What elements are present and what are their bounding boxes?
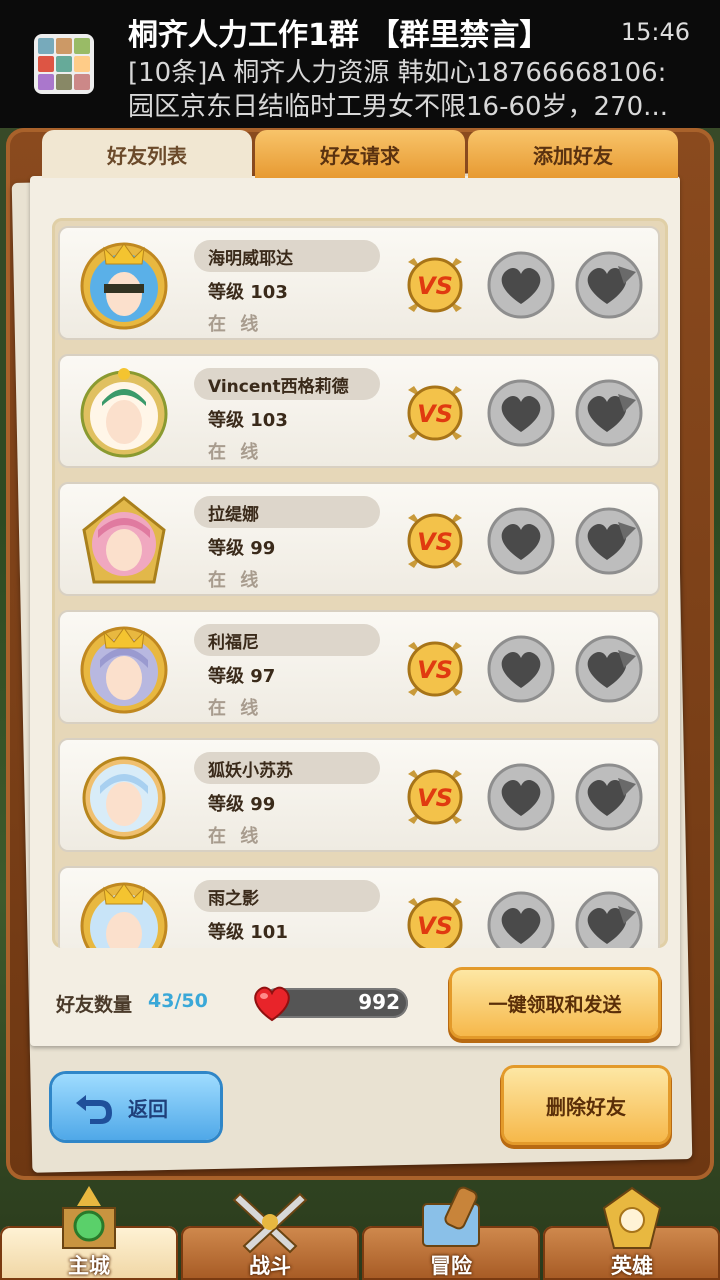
heart-gift-icon[interactable] [486, 890, 556, 948]
friend-count-value: 43/50 [148, 990, 208, 1012]
collect-and-send-button[interactable]: 一键领取和发送 [452, 970, 658, 1036]
vs-challenge-icon[interactable]: VS [400, 378, 470, 448]
friend-status: 在 线 [208, 570, 263, 591]
heart-gift-icon[interactable] [486, 378, 556, 448]
vs-challenge-icon[interactable]: VS [400, 762, 470, 832]
notification-line-2: 园区京东日结临时工男女不限16-60岁，270... [128, 92, 668, 122]
friend-level: 等级 99 [208, 794, 276, 815]
send-heart-icon[interactable] [574, 250, 644, 320]
friend-row[interactable]: Vincent西格莉德 等级 103 在 线 VS [58, 354, 660, 468]
send-heart-icon[interactable] [574, 890, 644, 948]
svg-text:VS: VS [417, 912, 453, 940]
friend-list[interactable]: 海明威耶达 等级 103 在 线 VS Vincent西格莉德 等级 103 在… [52, 218, 668, 948]
heart-gift-icon[interactable] [486, 250, 556, 320]
friend-row[interactable]: 拉缇娜 等级 99 在 线 VS [58, 482, 660, 596]
vs-challenge-icon[interactable]: VS [400, 634, 470, 704]
stamina-value: 992 [358, 990, 400, 1014]
nav-label-heroes: 英雄 [611, 1254, 653, 1278]
adventure-map-icon [422, 1186, 480, 1247]
send-heart-icon[interactable] [574, 378, 644, 448]
notification-title: 桐齐人力工作1群 【群里禁言】 [128, 18, 550, 53]
friend-name: 利福尼 [208, 633, 259, 653]
group-avatar [34, 34, 94, 94]
send-heart-icon[interactable] [574, 762, 644, 832]
avatar[interactable] [74, 234, 174, 334]
return-arrow-icon [76, 1095, 112, 1124]
friend-status: 在 线 [208, 826, 263, 847]
castle-icon [62, 1186, 116, 1249]
friend-name: 雨之影 [208, 889, 259, 909]
svg-text:VS: VS [417, 656, 453, 684]
heart-gift-icon[interactable] [486, 506, 556, 576]
notification-time: 15:46 [620, 18, 690, 46]
avatar[interactable] [74, 874, 174, 948]
notification-line-1: [10条]A 桐齐人力资源 韩如心18766668106: [128, 58, 667, 88]
nav-label-battle: 战斗 [249, 1254, 291, 1278]
heart-icon [254, 986, 290, 1022]
friend-status: 在 线 [208, 442, 263, 463]
friend-level: 等级 97 [208, 666, 276, 687]
tab-label: 好友请求 [320, 143, 400, 168]
friend-status: 在 线 [208, 314, 263, 335]
friend-name: 狐妖小苏苏 [208, 761, 293, 781]
friend-level: 等级 103 [208, 410, 288, 431]
friend-row[interactable]: 雨之影 等级 101 VS [58, 866, 660, 948]
hero-emblem-icon [602, 1186, 662, 1249]
vs-challenge-icon[interactable]: VS [400, 506, 470, 576]
delete-friend-button[interactable]: 删除好友 [504, 1068, 668, 1142]
friend-status: 在 线 [208, 698, 263, 719]
tab-friend-list[interactable]: 好友列表 [42, 130, 252, 178]
svg-text:VS: VS [417, 784, 453, 812]
tab-label: 好友列表 [107, 143, 187, 168]
friend-row[interactable]: 狐妖小苏苏 等级 99 在 线 VS [58, 738, 660, 852]
send-heart-icon[interactable] [574, 634, 644, 704]
vs-challenge-icon[interactable]: VS [400, 250, 470, 320]
friend-row[interactable]: 海明威耶达 等级 103 在 线 VS [58, 226, 660, 340]
heart-gift-icon[interactable] [486, 634, 556, 704]
tab-label: 添加好友 [533, 143, 613, 168]
svg-text:VS: VS [417, 400, 453, 428]
notification-banner[interactable]: 桐齐人力工作1群 【群里禁言】 15:46 [10条]A 桐齐人力资源 韩如心1… [0, 0, 720, 128]
friend-name: Vincent西格莉德 [208, 377, 349, 397]
svg-text:VS: VS [417, 528, 453, 556]
friend-row[interactable]: 利福尼 等级 97 在 线 VS [58, 610, 660, 724]
avatar[interactable] [74, 618, 174, 718]
send-heart-icon[interactable] [574, 506, 644, 576]
friend-name: 海明威耶达 [208, 249, 293, 269]
avatar[interactable] [74, 362, 174, 462]
tab-friend-requests[interactable]: 好友请求 [255, 130, 465, 178]
vs-challenge-icon[interactable]: VS [400, 890, 470, 948]
nav-label-main-city: 主城 [68, 1254, 110, 1278]
nav-label-adventure: 冒险 [430, 1254, 472, 1278]
delete-friend-label: 删除好友 [546, 1094, 626, 1119]
back-button[interactable]: 返回 [52, 1074, 220, 1140]
collect-and-send-label: 一键领取和发送 [488, 993, 622, 1016]
friend-level: 等级 101 [208, 922, 288, 943]
tab-add-friend[interactable]: 添加好友 [468, 130, 678, 178]
friend-level: 等级 103 [208, 282, 288, 303]
friend-name: 拉缇娜 [208, 505, 259, 525]
avatar[interactable] [74, 490, 174, 590]
crossed-swords-icon [232, 1192, 308, 1254]
svg-text:VS: VS [417, 272, 453, 300]
heart-gift-icon[interactable] [486, 762, 556, 832]
back-label: 返回 [128, 1096, 168, 1121]
friend-count-label: 好友数量 [56, 994, 133, 1016]
friend-level: 等级 99 [208, 538, 276, 559]
avatar[interactable] [74, 746, 174, 846]
